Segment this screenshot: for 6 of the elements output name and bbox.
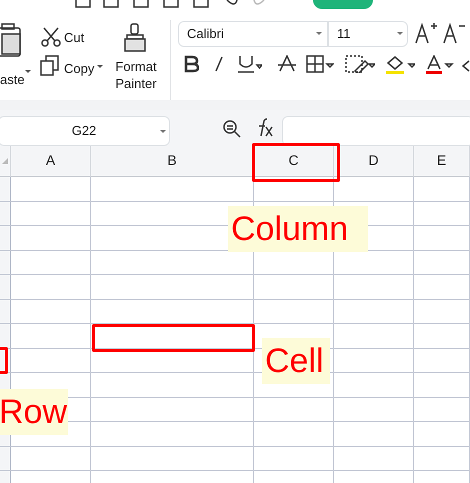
annotation-tooltip: Row bbox=[0, 389, 68, 435]
annotation-tooltip: Cell bbox=[262, 338, 330, 384]
font-size: 11 bbox=[337, 25, 350, 44]
cell-reference: G22 bbox=[72, 122, 96, 140]
annotation-tooltip: Column bbox=[228, 206, 368, 252]
font-name: Calibri bbox=[187, 25, 224, 44]
